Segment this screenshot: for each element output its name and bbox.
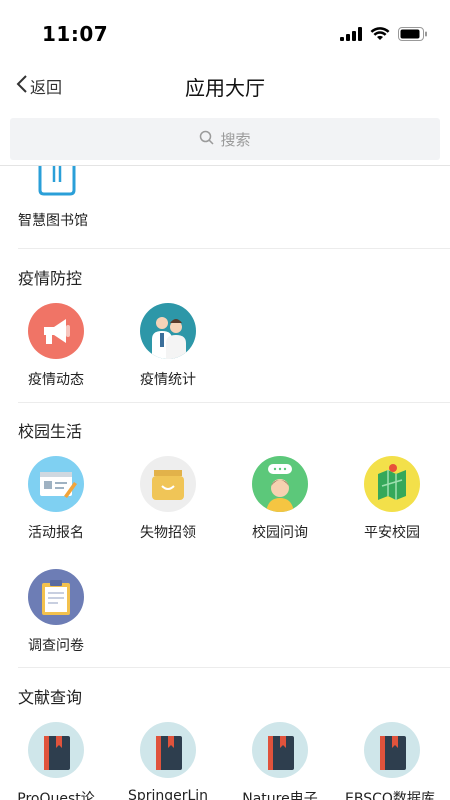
book-icon bbox=[28, 722, 84, 778]
book-icon bbox=[364, 722, 420, 778]
app-label: ProQuest论 bbox=[17, 791, 95, 800]
book-icon bbox=[140, 722, 196, 778]
search-icon bbox=[199, 130, 215, 149]
search-placeholder: 搜索 bbox=[220, 130, 251, 149]
nav-bar: 返回 应用大厅 bbox=[0, 62, 450, 112]
app-label: 校园问询 bbox=[252, 525, 308, 541]
app-safe-campus[interactable]: 平安校园 bbox=[352, 456, 450, 556]
app-label: EBSCO数据库 bbox=[345, 791, 435, 800]
app-springer[interactable]: SpringerLin bbox=[128, 722, 240, 800]
status-icons bbox=[340, 26, 428, 45]
doctors-icon bbox=[140, 303, 196, 359]
clipboard-icon bbox=[28, 569, 84, 625]
app-ebsco[interactable]: EBSCO数据库 bbox=[345, 722, 450, 800]
cellular-signal-icon bbox=[340, 26, 362, 45]
app-label: 疫情动态 bbox=[28, 372, 84, 388]
app-label: 失物招领 bbox=[140, 525, 196, 541]
app-label: 平安校园 bbox=[364, 525, 420, 541]
student-speech-icon bbox=[252, 456, 308, 512]
app-label: 调查问卷 bbox=[28, 638, 84, 654]
app-nature[interactable]: Nature电子 bbox=[240, 722, 352, 800]
section-title-campus-life: 校园生活 bbox=[18, 422, 83, 441]
app-label: 智慧图书馆 bbox=[18, 213, 88, 229]
app-epidemic-news[interactable]: 疫情动态 bbox=[16, 303, 128, 403]
shopping-bag-icon bbox=[140, 456, 196, 512]
app-label: Nature电子 bbox=[242, 791, 318, 800]
status-bar: 11:07 bbox=[0, 0, 450, 62]
library-icon bbox=[36, 166, 80, 198]
section-title-epidemic: 疫情防控 bbox=[18, 269, 83, 288]
app-survey[interactable]: 调查问卷 bbox=[16, 569, 128, 669]
battery-icon bbox=[398, 26, 428, 45]
section-divider bbox=[18, 402, 450, 403]
app-label: SpringerLin bbox=[127, 788, 209, 800]
registration-card-icon bbox=[28, 456, 84, 512]
app-label: 活动报名 bbox=[28, 525, 84, 541]
page-title: 应用大厅 bbox=[185, 76, 265, 100]
app-label: 疫情统计 bbox=[140, 372, 196, 388]
app-campus-inquiry[interactable]: 校园问询 bbox=[240, 456, 352, 556]
section-divider bbox=[18, 248, 450, 249]
campus-map-icon bbox=[364, 456, 420, 512]
app-proquest[interactable]: ProQuest论 bbox=[16, 722, 128, 800]
app-event-signup[interactable]: 活动报名 bbox=[16, 456, 128, 556]
wifi-icon bbox=[370, 26, 390, 45]
app-epidemic-stats[interactable]: 疫情统计 bbox=[128, 303, 240, 403]
app-smart-library[interactable]: 智慧图书馆 bbox=[18, 166, 130, 260]
section-title-literature: 文献查询 bbox=[18, 688, 83, 707]
app-lost-found[interactable]: 失物招领 bbox=[128, 456, 240, 556]
megaphone-icon bbox=[28, 303, 84, 359]
book-icon bbox=[252, 722, 308, 778]
section-divider bbox=[18, 667, 450, 668]
search-input[interactable]: 搜索 bbox=[10, 118, 440, 160]
app-list[interactable]: 智慧图书馆 疫情防控 疫情动态 疫情统计 校园生活 活动报名 失物招领 校园问询… bbox=[0, 166, 450, 800]
status-time: 11:07 bbox=[42, 22, 109, 46]
